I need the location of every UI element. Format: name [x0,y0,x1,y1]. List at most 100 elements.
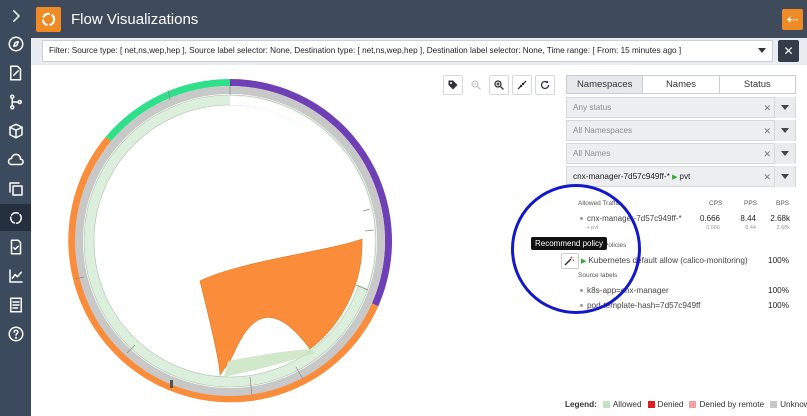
sidebar-item-kibana[interactable] [0,262,31,289]
sidebar-item-flow-visualizations[interactable] [0,204,31,231]
namespace-select[interactable]: All Namespaces ✕ [566,120,796,141]
copy-icon [8,181,23,196]
chevron-down-icon[interactable] [774,120,795,141]
filter-text: Filter: Source type: [ net,ns,wep,hep ],… [49,46,682,55]
policy-row[interactable]: ▶ Kubernetes default allow (calico-monit… [581,256,748,265]
sidebar-item-network[interactable] [0,146,31,173]
back-button[interactable]: ⇠ [782,9,803,30]
filter-dropdown[interactable]: Filter: Source type: [ net,ns,wep,hep ],… [42,40,773,62]
flow-select-source: cnx-manager-7d57c949ff-* [573,172,670,181]
sidebar-item-reports[interactable] [0,291,31,318]
tab-status[interactable]: Status [719,75,796,94]
legend-denied: Denied [657,400,684,409]
sidebar-item-help[interactable] [0,320,31,347]
chevron-down-icon[interactable] [774,97,795,118]
flow-sub: ⇢ pvt [585,225,599,231]
arrow-left-icon: ⇠ [786,11,799,27]
bps-header: BPS [776,200,790,207]
refresh-button[interactable] [535,75,555,95]
clear-filter-button[interactable]: ✕ [778,40,799,62]
help-icon [8,326,23,341]
label-text: pod-template-hash=7d57c949ff [587,301,701,310]
tab-names[interactable]: Names [643,75,720,94]
policies-label: Policies [604,242,627,249]
refresh-icon [540,80,550,90]
label-pct: 100% [768,286,789,295]
flow-select-target: pvt [679,172,691,181]
chevron-down-icon[interactable] [774,143,795,164]
label-pct: 100% [768,301,789,310]
cube-icon [8,123,23,138]
collapse-button[interactable] [512,75,532,95]
sidebar-item-policies[interactable] [0,59,31,86]
bps-sub: 2.68k [776,225,790,231]
legend-title: Legend: [565,400,597,409]
namespace-select-value: All Namespaces [573,126,633,135]
policy-name: Kubernetes default allow (calico-monitor… [588,256,748,265]
status-select-value: Any status [573,103,612,112]
legend-swatch-denied [647,401,655,408]
recommend-policy-tooltip: Recommend policy [531,237,608,250]
sidebar-item-flows[interactable] [0,88,31,115]
clear-icon[interactable]: ✕ [763,98,771,118]
legend-unknown: Unknown [780,400,807,409]
flow-ring-icon [9,211,22,224]
header: Flow Visualizations ⇠ [31,0,807,38]
chevron-down-icon[interactable] [774,166,795,187]
clear-icon[interactable]: ✕ [763,167,771,187]
zoom-in-icon [494,80,504,90]
checklist-doc-icon [10,239,21,254]
flow-ring-icon [41,12,56,27]
label-text: k8s-app=cnx-manager [587,286,669,295]
flow-select[interactable]: cnx-manager-7d57c949ff-* ▶ pvt ✕ [566,166,796,187]
clear-icon[interactable]: ✕ [763,121,771,141]
bullet-icon [580,289,583,293]
chevron-down-icon [758,48,766,53]
details-panel: Namespaces Names Status Any status ✕ All… [566,75,796,187]
allowed-traffic-label: Allowed Traffic [578,200,621,207]
cloud-upload-icon [7,153,24,165]
cps-sub: 0.666 [706,225,720,231]
compass-icon [8,36,23,51]
names-select-value: All Names [573,149,611,158]
sidebar-item-dashboard[interactable] [0,30,31,57]
flow-row[interactable]: cnx-manager-7d57c949ff-* [580,214,682,223]
clear-icon[interactable]: ✕ [763,144,771,164]
chevron-right-icon [12,9,20,22]
status-select[interactable]: Any status ✕ [566,97,796,118]
chart-icon [8,268,23,283]
policy-pct: 100% [768,256,789,265]
tab-namespaces[interactable]: Namespaces [566,75,644,94]
page-title: Flow Visualizations [71,11,199,28]
expand-sidebar-button[interactable] [0,2,31,29]
recommend-policy-button[interactable] [561,253,579,269]
legend-allowed: Allowed [612,400,642,409]
magic-wand-icon [564,256,575,266]
filter-bar: Filter: Source type: [ net,ns,wep,hep ],… [31,38,807,65]
pps-header: PPS [744,200,758,207]
pps-value: 8.44 [740,214,756,223]
legend-swatch-denied-remote [689,401,697,408]
legend-denied-remote: Denied by remote [699,400,765,409]
sidebar-item-compliance[interactable] [0,233,31,260]
branch-icon [9,94,22,109]
flow-viz-logo [36,7,61,32]
cps-value: 0.666 [699,214,720,223]
pps-sub: 8.44 [745,225,756,231]
legend-swatch-unknown [770,401,778,408]
sidebar-item-endpoints[interactable] [0,117,31,144]
zoom-in-button[interactable] [489,75,509,95]
label-row: k8s-app=cnx-manager [580,286,669,295]
names-select[interactable]: All Names ✕ [566,143,796,164]
bullet-icon [580,217,583,221]
bps-value: 2.68k [770,214,790,223]
flow-chord-diagram [68,78,392,403]
label-row: pod-template-hash=7d57c949ff [580,301,700,310]
sidebar-item-resources[interactable] [0,175,31,202]
bullet-icon [580,304,583,308]
cps-header: CPS [709,200,723,207]
source-labels-heading: Source labels [578,272,618,279]
collapse-icon [517,80,527,90]
sidebar [0,0,31,416]
list-doc-icon [9,297,22,312]
